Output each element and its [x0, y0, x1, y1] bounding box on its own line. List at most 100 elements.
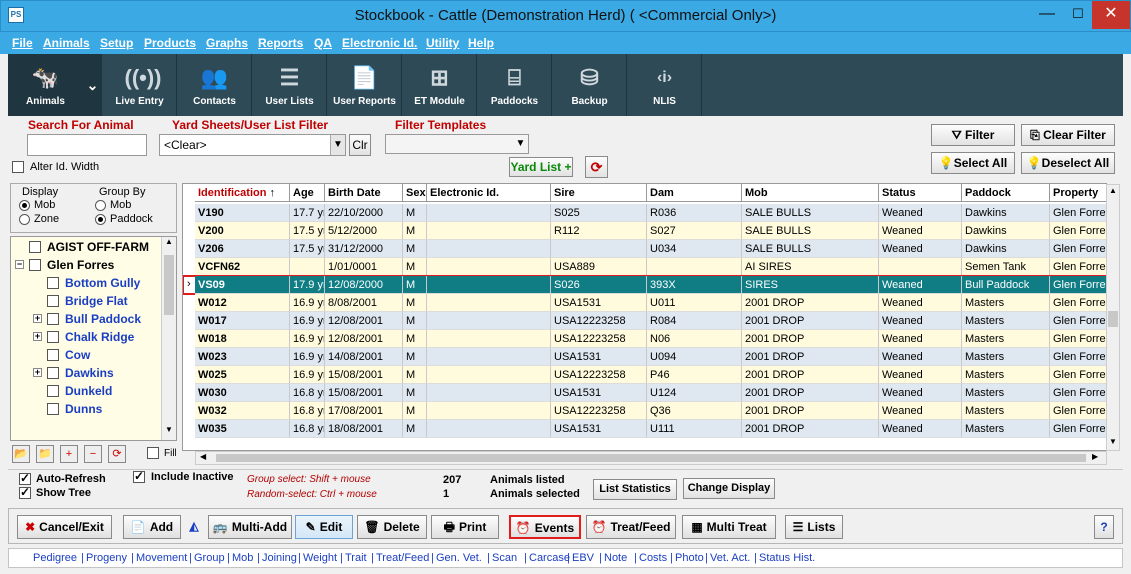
column-header[interactable]: Sex: [403, 184, 427, 202]
toolbar-et-module[interactable]: ⊞ ET Module: [403, 54, 477, 116]
filter-button[interactable]: ⛛ Filter: [931, 124, 1015, 146]
menu-qa[interactable]: QA: [314, 36, 332, 50]
add-options-icon[interactable]: ◭: [184, 515, 204, 539]
display-mob-radio[interactable]: [19, 200, 30, 211]
link-photo[interactable]: Photo: [675, 552, 704, 564]
print-button[interactable]: 🖶 Print: [431, 515, 499, 539]
animals-dropdown-button[interactable]: ⌄: [84, 54, 102, 116]
group-paddock-radio[interactable]: [95, 214, 106, 225]
tree-item-checkbox[interactable]: [47, 331, 59, 343]
yard-filter-select[interactable]: <Clear>: [159, 134, 346, 156]
grid-scroll-down-icon[interactable]: ▼: [1107, 437, 1119, 446]
clear-filter-button[interactable]: ⎘ Clear Filter: [1021, 124, 1115, 146]
display-zone-radio[interactable]: [19, 214, 30, 225]
collapse-all-icon[interactable]: −: [84, 445, 102, 463]
select-all-button[interactable]: 💡Select All: [931, 152, 1015, 174]
yard-filter-dropdown-icon[interactable]: ▼: [330, 135, 345, 155]
deselect-all-button[interactable]: 💡Deselect All: [1021, 152, 1115, 174]
expand-icon[interactable]: +: [33, 368, 42, 377]
expand-all-icon[interactable]: +: [60, 445, 78, 463]
filter-templates-select[interactable]: [385, 134, 529, 154]
multi-add-button[interactable]: 🚌 Multi-Add: [208, 515, 292, 539]
tree-item-checkbox[interactable]: [47, 349, 59, 361]
toolbar-user-lists[interactable]: ☰ User Lists: [253, 54, 327, 116]
paddock-tree[interactable]: AGIST OFF-FARM − Glen Forres Bottom Gully Br…: [10, 236, 177, 441]
grid-scroll-thumb[interactable]: [1108, 311, 1118, 327]
yard-list-button[interactable]: Yard List +: [509, 157, 573, 177]
scroll-down-icon[interactable]: ▼: [162, 425, 176, 439]
expand-icon[interactable]: +: [33, 314, 42, 323]
menu-graphs[interactable]: Graphs: [206, 36, 248, 50]
link-pedigree[interactable]: Pedigree: [33, 552, 77, 564]
column-header[interactable]: Status: [879, 184, 962, 202]
alter-width-checkbox[interactable]: [12, 161, 24, 173]
close-button[interactable]: ✕: [1092, 1, 1130, 29]
list-statistics-button[interactable]: List Statistics: [593, 479, 677, 500]
collapse-icon[interactable]: −: [15, 260, 24, 269]
toolbar-user-reports[interactable]: 📄 User Reports: [328, 54, 402, 116]
table-row[interactable]: W025 16.9 yr 15/08/2001 M USA12223258 P46 2001…: [183, 366, 1106, 384]
cancel-exit-button[interactable]: ✖ Cancel/Exit: [17, 515, 112, 539]
column-header[interactable]: Dam: [647, 184, 742, 202]
tree-item-checkbox[interactable]: [29, 241, 41, 253]
link-scan[interactable]: Scan: [492, 552, 517, 564]
edit-button[interactable]: ✎ Edit: [295, 515, 353, 539]
treat-feed-button[interactable]: ⏰ Treat/Feed: [586, 515, 676, 539]
link-group[interactable]: Group: [194, 552, 225, 564]
filter-templates-dropdown-icon[interactable]: ▼: [513, 135, 528, 153]
toolbar-live-entry[interactable]: ((•)) Live Entry: [103, 54, 177, 116]
tree-item-checkbox[interactable]: [47, 313, 59, 325]
link-gen-vet[interactable]: Gen. Vet.: [436, 552, 482, 564]
selected-table-row[interactable]: VS09 17.9 yr 12/08/2000 M S026 393X SIRES Weane…: [183, 275, 1106, 295]
menu-reports[interactable]: Reports: [258, 36, 303, 50]
maximize-button[interactable]: ☐: [1064, 1, 1092, 29]
grid-scroll-up-icon[interactable]: ▲: [1107, 186, 1119, 195]
menu-help[interactable]: Help: [468, 36, 494, 50]
tree-refresh-icon[interactable]: ⟳: [108, 445, 126, 463]
menu-setup[interactable]: Setup: [100, 36, 133, 50]
tree-item-checkbox[interactable]: [47, 403, 59, 415]
toolbar-paddocks[interactable]: ⌸ Paddocks: [478, 54, 552, 116]
tree-scrollbar[interactable]: ▲ ▼: [161, 237, 176, 440]
change-display-button[interactable]: Change Display: [683, 478, 775, 499]
link-carcase[interactable]: Carcase: [529, 552, 570, 564]
refresh-icon[interactable]: ⟳: [585, 156, 608, 178]
link-movement[interactable]: Movement: [136, 552, 187, 564]
add-button[interactable]: 📄 Add: [123, 515, 181, 539]
help-button[interactable]: ?: [1094, 515, 1114, 539]
menu-animals[interactable]: Animals: [43, 36, 90, 50]
column-header[interactable]: Age: [290, 184, 325, 202]
expand-icon[interactable]: +: [33, 332, 42, 341]
link-status-hist[interactable]: Status Hist.: [759, 552, 815, 564]
delete-button[interactable]: 🗑 Delete: [357, 515, 427, 539]
folder-icon[interactable]: 📁: [36, 445, 54, 463]
group-mob-radio[interactable]: [95, 200, 106, 211]
include-inactive-checkbox[interactable]: [133, 469, 145, 483]
link-joining[interactable]: Joining: [262, 552, 297, 564]
lists-button[interactable]: ☰ Lists: [785, 515, 843, 539]
toolbar-animals[interactable]: 🐄 Animals: [8, 54, 84, 116]
column-header[interactable]: Identification ↑: [195, 184, 290, 202]
toolbar-nlis[interactable]: ‹i› NLIS: [628, 54, 702, 116]
table-row[interactable]: W030 16.8 yr 15/08/2001 M USA1531 U124 2001 DR…: [183, 384, 1106, 402]
link-costs[interactable]: Costs: [639, 552, 667, 564]
column-header[interactable]: Paddock: [962, 184, 1050, 202]
grid-scroll-left-icon[interactable]: ◀: [200, 452, 206, 461]
column-header[interactable]: Sire: [551, 184, 647, 202]
toolbar-contacts[interactable]: 👥 Contacts: [178, 54, 252, 116]
grid-scroll-right-icon[interactable]: ▶: [1092, 452, 1098, 461]
events-button[interactable]: ⏰ Events: [509, 515, 581, 539]
animals-grid[interactable]: Identification ↑ Age Birth Date Sex Electron…: [182, 183, 1107, 451]
show-tree-checkbox[interactable]: [19, 485, 31, 499]
search-input[interactable]: [27, 134, 147, 156]
column-header[interactable]: Property: [1050, 184, 1106, 202]
grid-horizontal-scrollbar[interactable]: ◀ ▶: [195, 451, 1107, 465]
minimize-button[interactable]: —: [1030, 1, 1064, 29]
grid-hscroll-thumb[interactable]: [216, 454, 1086, 462]
tree-item-checkbox[interactable]: [47, 277, 59, 289]
tree-item-checkbox[interactable]: [47, 367, 59, 379]
toolbar-backup[interactable]: ⛁ Backup: [553, 54, 627, 116]
tree-scroll-thumb[interactable]: [164, 255, 174, 315]
menu-utility[interactable]: Utility: [426, 36, 459, 50]
table-row[interactable]: W032 16.8 yr 17/08/2001 M USA12223258 Q36 2001…: [183, 402, 1106, 420]
